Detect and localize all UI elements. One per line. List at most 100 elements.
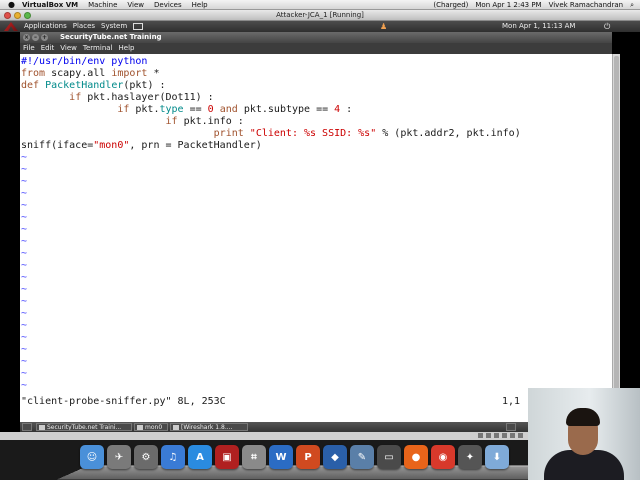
power-icon[interactable]: ⏻	[604, 21, 610, 32]
mac-clock[interactable]: Mon Apr 1 2:43 PM	[475, 0, 541, 10]
user-icon[interactable]: ♟	[380, 21, 387, 32]
keyword: from	[21, 68, 46, 79]
app-store-icon[interactable]: A	[188, 445, 212, 469]
powerpoint-icon[interactable]: P	[296, 445, 320, 469]
code-line-3: def PacketHandler(pkt) :	[21, 80, 166, 92]
tilde-marker: ~	[21, 176, 28, 187]
downloads-icon[interactable]: ⬇	[485, 445, 509, 469]
backtrack-logo-icon	[4, 22, 18, 31]
window-controls	[4, 12, 31, 19]
panel-menu-system[interactable]: System	[101, 21, 127, 32]
code-line-2: from scapy.all import *	[21, 68, 160, 80]
terminal-menubar: File Edit View Terminal Help	[20, 43, 612, 54]
keyword: if	[69, 92, 82, 103]
network-icon[interactable]	[502, 433, 507, 438]
menu-help[interactable]: Help	[192, 0, 208, 10]
menu-machine[interactable]: Machine	[88, 0, 117, 10]
itunes-icon[interactable]: ♫	[161, 445, 185, 469]
shebang: #!/usr/bin/env python	[21, 56, 148, 67]
mac-user-name[interactable]: Vivek Ramachandran	[549, 0, 623, 10]
tilde-marker: ~	[21, 212, 28, 223]
vim-editor[interactable]: #!/usr/bin/env python from scapy.all imp…	[20, 54, 612, 422]
terminal-close-icon[interactable]: ×	[23, 34, 30, 41]
cursor-position: 1,1	[502, 396, 521, 407]
code-line-5: if pkt.type == 0 and pkt.subtype == 4 :	[21, 104, 352, 116]
webcam-overlay	[528, 388, 640, 480]
system-preferences-icon[interactable]: ⚙	[134, 445, 158, 469]
tilde-marker: ~	[21, 380, 28, 391]
code-line-8: sniff(iface="mon0", prn = PacketHandler)	[21, 140, 262, 152]
spotlight-icon[interactable]: ⌕	[630, 0, 634, 10]
terminal-titlebar: × – + SecurityTube.net Training	[20, 32, 612, 43]
keyword: print	[213, 128, 244, 139]
battery-status[interactable]: (Charged)	[433, 0, 468, 10]
screenflow-icon[interactable]: ✦	[458, 445, 482, 469]
panel-menu-applications[interactable]: Applications	[24, 21, 67, 32]
terminal-menu-file[interactable]: File	[23, 43, 35, 54]
taskbar-item-label: mon0	[145, 424, 163, 431]
tilde-marker: ~	[21, 356, 28, 367]
tilde-marker: ~	[21, 260, 28, 271]
tilde-marker: ~	[21, 236, 28, 247]
terminal-minimize-icon[interactable]: –	[32, 34, 39, 41]
cd-icon[interactable]	[486, 433, 491, 438]
tilde-marker: ~	[21, 320, 28, 331]
code-text: (pkt) :	[123, 80, 166, 91]
vim-status-line: "client-probe-sniffer.py" 8L, 253C	[21, 396, 226, 407]
chrome-icon[interactable]: ◉	[431, 445, 455, 469]
wireshark-icon	[173, 425, 179, 430]
display-icon[interactable]	[518, 433, 523, 438]
preview-icon[interactable]: ⌗	[242, 445, 266, 469]
firefox-icon[interactable]: ●	[404, 445, 428, 469]
terminal-maximize-icon[interactable]: +	[41, 34, 48, 41]
menu-virtualbox-vm[interactable]: VirtualBox VM	[22, 0, 78, 10]
tilde-marker: ~	[21, 368, 28, 379]
tilde-marker: ~	[21, 248, 28, 259]
virtualbox-icon[interactable]: ◆	[323, 445, 347, 469]
terminal-icon	[39, 425, 45, 430]
terminal-window-controls: × – +	[23, 34, 48, 41]
photo-booth-icon[interactable]: ▣	[215, 445, 239, 469]
taskbar-item-terminal[interactable]: SecurityTube.net Traini...	[36, 423, 132, 431]
editor-scrollbar[interactable]	[612, 54, 620, 422]
hdd-icon[interactable]	[478, 433, 483, 438]
terminal-menu-help[interactable]: Help	[119, 43, 135, 54]
vbox-window-title: Attacker-JCA_1 [Running]	[276, 11, 364, 19]
taskbar-item-mon0[interactable]: mon0	[134, 423, 168, 431]
show-desktop-icon[interactable]	[22, 423, 32, 431]
panel-menu-places[interactable]: Places	[73, 21, 95, 32]
terminal-menu-view[interactable]: View	[60, 43, 77, 54]
menu-view[interactable]: View	[127, 0, 144, 10]
terminal-menu-edit[interactable]: Edit	[41, 43, 55, 54]
finder-icon[interactable]: ☺	[80, 445, 104, 469]
tilde-marker: ~	[21, 224, 28, 235]
tilde-marker: ~	[21, 200, 28, 211]
apple-menu-icon[interactable]: ●	[8, 0, 15, 10]
menu-devices[interactable]: Devices	[154, 0, 182, 10]
zoom-window-icon[interactable]	[24, 12, 31, 19]
string-literal: "mon0"	[93, 140, 130, 151]
minimize-window-icon[interactable]	[14, 12, 21, 19]
tilde-marker: ~	[21, 308, 28, 319]
tilde-marker: ~	[21, 344, 28, 355]
word-icon[interactable]: W	[269, 445, 293, 469]
launchpad-icon[interactable]: ✈	[107, 445, 131, 469]
builtin-name: type	[159, 104, 184, 115]
close-window-icon[interactable]	[4, 12, 11, 19]
trash-icon[interactable]	[506, 423, 516, 431]
taskbar-item-wireshark[interactable]: [Wireshark 1.8....	[170, 423, 248, 431]
panel-clock[interactable]: Mon Apr 1, 11:13 AM	[502, 21, 575, 32]
usb-icon[interactable]	[494, 433, 499, 438]
terminal-menu-terminal[interactable]: Terminal	[83, 43, 113, 54]
vbox-window-titlebar: Attacker-JCA_1 [Running]	[0, 10, 640, 21]
scrollbar-thumb[interactable]	[614, 56, 619, 416]
screenshot-icon[interactable]: ▭	[377, 445, 401, 469]
code-text: pkt.	[129, 104, 160, 115]
taskbar-item-label: SecurityTube.net Traini...	[47, 424, 122, 431]
terminal-launcher-icon[interactable]	[133, 23, 144, 30]
shared-folder-icon[interactable]	[510, 433, 515, 438]
code-text: pkt.subtype ==	[237, 104, 335, 115]
vbox-device-icons	[478, 433, 523, 438]
editor-icon[interactable]: ✎	[350, 445, 374, 469]
